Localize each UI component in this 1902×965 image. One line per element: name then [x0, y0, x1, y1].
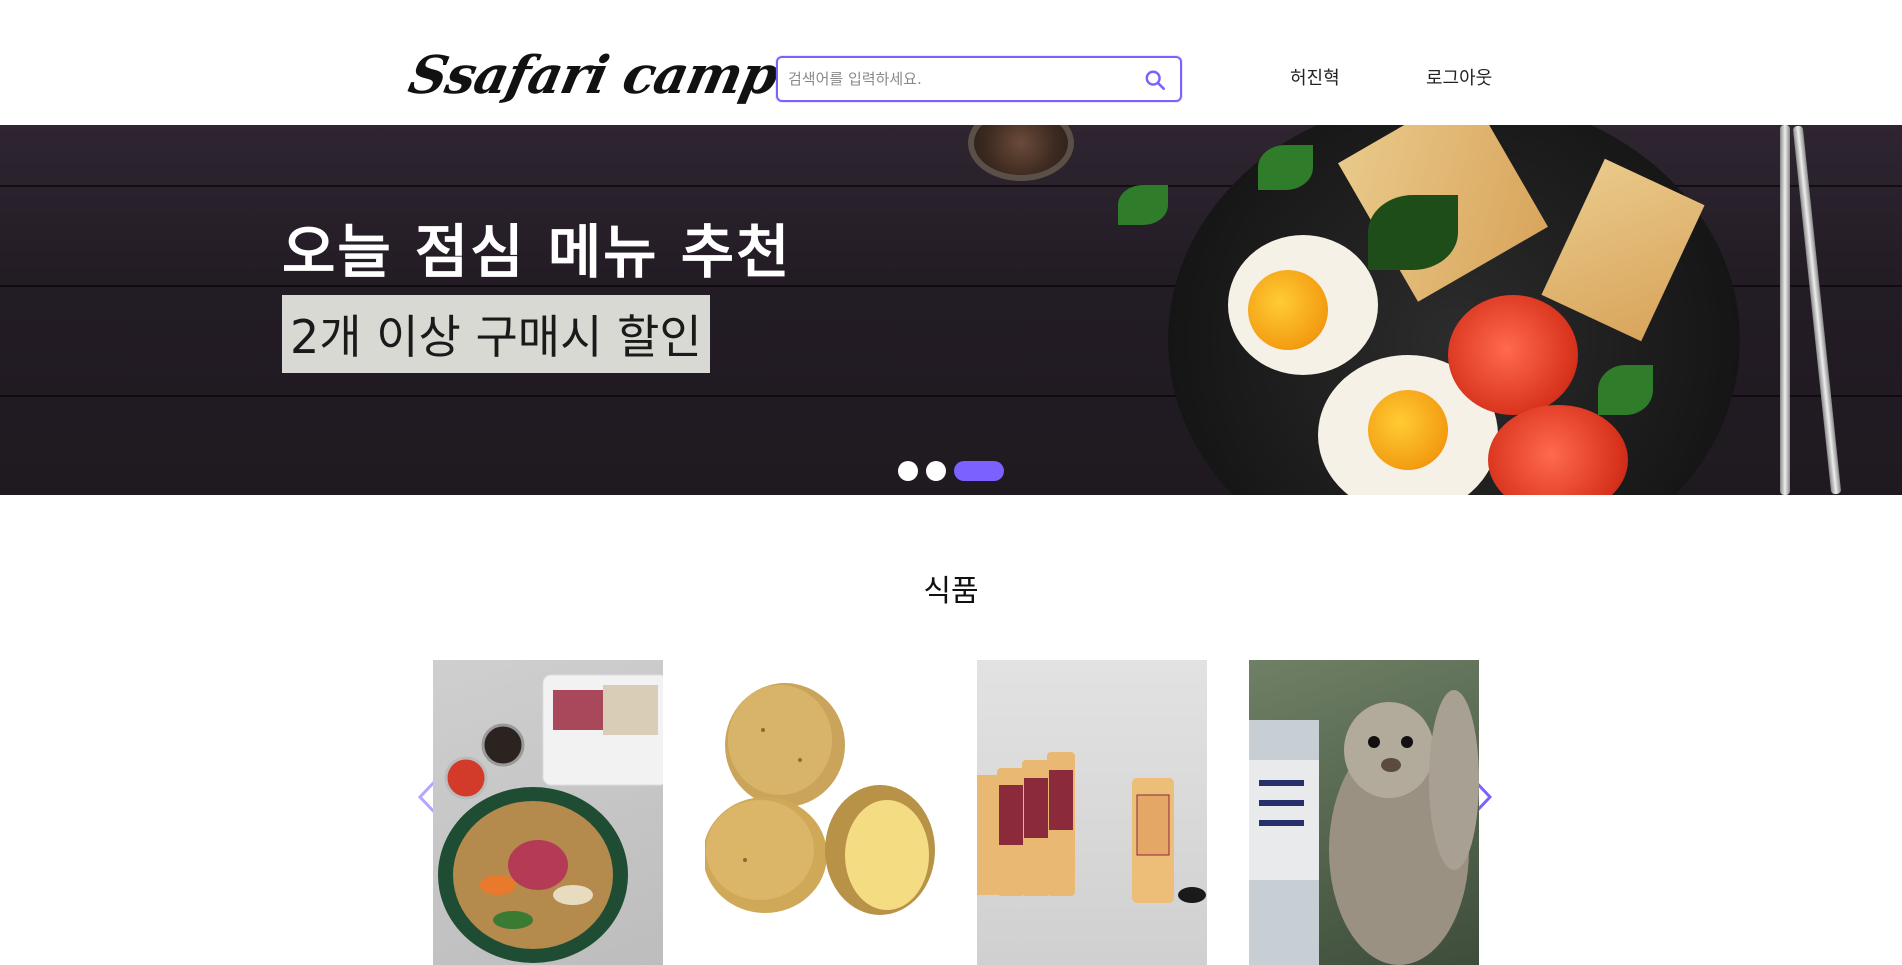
squirrel-drink-image — [1249, 690, 1479, 965]
logout-button[interactable]: 로그아웃 — [1426, 64, 1492, 90]
product-card-potato[interactable] — [705, 660, 935, 965]
knife-image — [1792, 125, 1842, 495]
logo[interactable]: Ssafari campus — [404, 36, 849, 116]
yolk-image — [1248, 270, 1328, 350]
potato-image — [705, 683, 935, 915]
section-title: 식품 — [923, 574, 979, 609]
leaf-image — [1598, 365, 1653, 415]
carousel-indicators — [898, 460, 1004, 482]
product-carousel — [433, 660, 1479, 965]
hero-subtitle: 2개 이상 구매시 할인 — [282, 295, 710, 373]
user-name-link[interactable]: 허진혁 — [1290, 64, 1340, 90]
spinach-image — [1368, 195, 1458, 270]
pepper-bowl-image — [968, 125, 1074, 181]
carousel-dot-1[interactable] — [898, 461, 918, 481]
shabu-image — [438, 674, 663, 963]
search-icon[interactable] — [1144, 69, 1166, 91]
carousel-dot-3-active[interactable] — [954, 461, 1004, 481]
product-card-shabu[interactable] — [433, 660, 663, 965]
site-header: Ssafari campus 허진혁 로그아웃 — [0, 0, 1902, 125]
fork-image — [1780, 125, 1790, 495]
hero-title: 오늘 점심 메뉴 추천 — [282, 218, 792, 286]
hero-banner: 오늘 점심 메뉴 추천 2개 이상 구매시 할인 — [0, 125, 1902, 495]
tomato-image — [1448, 295, 1578, 415]
yolk-image — [1368, 390, 1448, 470]
carousel-dot-2[interactable] — [926, 461, 946, 481]
leaf-image — [1118, 185, 1168, 225]
tejava-cans-image — [977, 752, 1206, 903]
product-card-tejava[interactable] — [977, 660, 1207, 965]
product-card-squirrel[interactable] — [1249, 660, 1479, 965]
search-input[interactable] — [788, 66, 1128, 92]
leaf-image — [1258, 145, 1313, 190]
logo-text[interactable]: Ssafari campus — [401, 36, 849, 116]
search-box[interactable] — [776, 56, 1182, 102]
